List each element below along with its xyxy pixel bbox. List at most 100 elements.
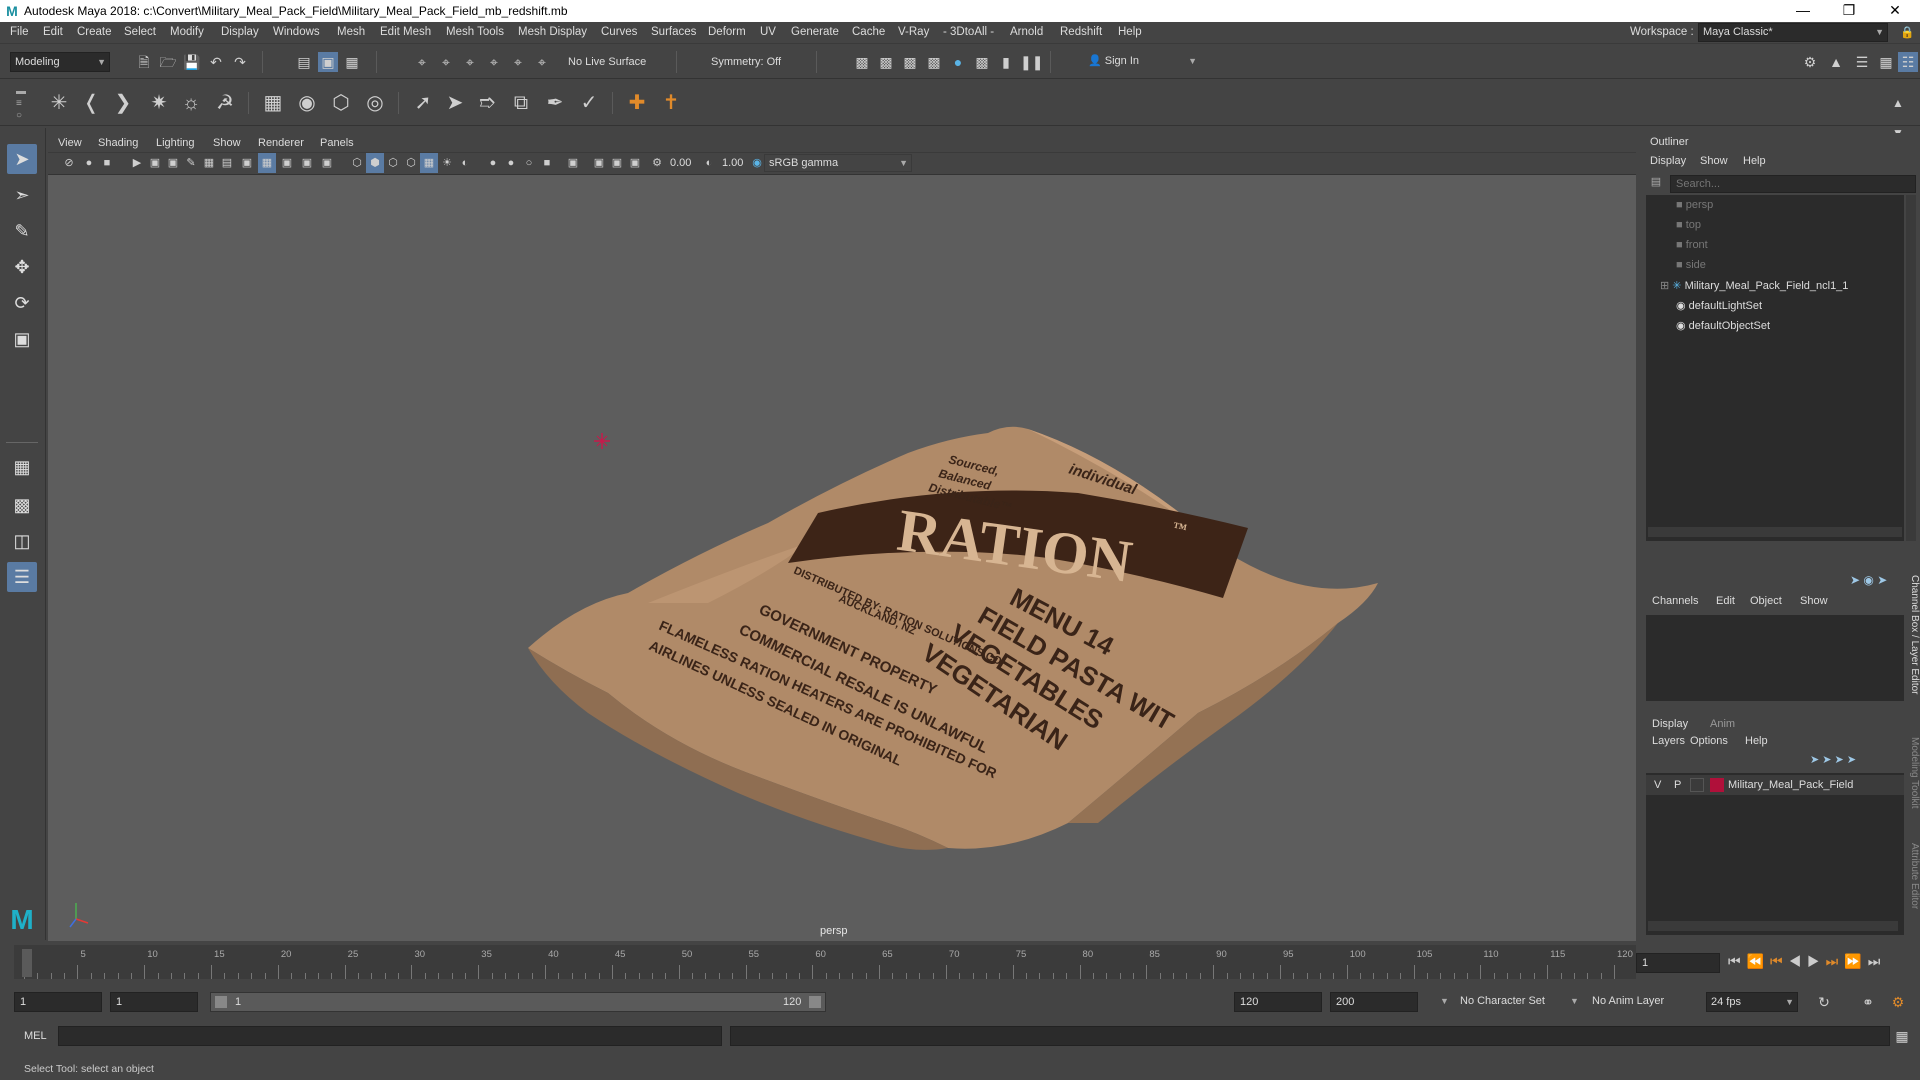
pause-icon[interactable]: ❚❚ bbox=[1020, 52, 1043, 72]
xray-icon[interactable]: ⬡ bbox=[402, 153, 420, 173]
textured-icon[interactable]: ▦ bbox=[420, 153, 438, 173]
menu-create[interactable]: Create bbox=[77, 26, 112, 38]
exposure-value[interactable]: 0.00 bbox=[670, 157, 691, 169]
pivot-icon[interactable]: ✝ bbox=[656, 88, 686, 118]
go-to-end-icon[interactable]: ⏭ bbox=[1868, 953, 1887, 969]
symmetry-label[interactable]: Symmetry: Off bbox=[711, 56, 781, 68]
constraint-point-icon[interactable]: ➚ bbox=[408, 88, 438, 118]
ik-handle-icon[interactable]: ❬ bbox=[76, 88, 106, 118]
constraint-pole-icon[interactable]: ✓ bbox=[574, 88, 604, 118]
image-plane-icon[interactable]: ▣ bbox=[146, 153, 164, 173]
menu-uv[interactable]: UV bbox=[760, 26, 776, 38]
script-language-label[interactable]: MEL bbox=[24, 1030, 47, 1042]
menu-modify[interactable]: Modify bbox=[170, 26, 204, 38]
camera-attributes-icon[interactable]: ■ bbox=[98, 153, 116, 173]
character-set-dropdown[interactable]: ▼ No Character Set bbox=[1440, 992, 1582, 1012]
lock-icon[interactable]: 🔒 bbox=[1900, 25, 1914, 39]
sign-in-button[interactable]: 👤 Sign In ▼ bbox=[1084, 52, 1200, 72]
backface-culling-icon[interactable]: ▣ bbox=[626, 153, 644, 173]
tab-anim[interactable]: Anim bbox=[1710, 718, 1735, 730]
safe-title-icon[interactable]: ▣ bbox=[318, 153, 336, 173]
paint-select-icon[interactable]: ✎ bbox=[7, 216, 37, 246]
go-to-start-icon[interactable]: ⏮ bbox=[1728, 953, 1747, 969]
ambient-occlusion-icon[interactable]: ● bbox=[484, 153, 502, 173]
vray-icon[interactable]: ▮ bbox=[996, 52, 1016, 72]
tab-attribute-editor[interactable]: Attribute Editor bbox=[1908, 843, 1920, 939]
select-component-icon[interactable]: ▦ bbox=[342, 52, 362, 72]
select-object-icon[interactable]: ▣ bbox=[318, 52, 338, 72]
viewport[interactable]: RATION ™ MENU 14 FIELD PASTA WIT VEGETAB… bbox=[48, 133, 1636, 941]
new-scene-icon[interactable]: 🗎 bbox=[134, 52, 154, 72]
scale-tool-icon[interactable]: ▣ bbox=[7, 324, 37, 354]
hud-icon[interactable]: ▣ bbox=[590, 153, 608, 173]
layer-tool-icons[interactable]: ➤ ➤ ➤ ➤ bbox=[1810, 753, 1906, 769]
menu-select[interactable]: Select bbox=[124, 26, 156, 38]
close-icon[interactable]: ✕ bbox=[1872, 0, 1918, 22]
redo-icon[interactable]: ↷ bbox=[230, 52, 250, 72]
playback-start-field[interactable] bbox=[110, 992, 198, 1012]
tool-settings-icon[interactable]: ▦ bbox=[1876, 52, 1896, 72]
color-space-dropdown[interactable]: sRGB gamma ▼ bbox=[764, 154, 912, 172]
rotate-tool-icon[interactable]: ⟳ bbox=[7, 288, 37, 318]
snap-edge-icon[interactable]: ⌖ bbox=[532, 52, 552, 72]
two-sided-lighting-icon[interactable]: ▣ bbox=[608, 153, 626, 173]
layer-playback-toggle[interactable]: P bbox=[1674, 779, 1681, 791]
locator-icon[interactable]: ✚ bbox=[622, 88, 652, 118]
fps-dropdown[interactable]: 24 fps ▼ bbox=[1706, 992, 1798, 1012]
anim-start-field[interactable] bbox=[14, 992, 102, 1012]
menu-mesh-tools[interactable]: Mesh Tools bbox=[446, 26, 504, 38]
maximize-icon[interactable]: ❐ bbox=[1826, 0, 1872, 22]
lattice-icon[interactable]: ▦ bbox=[258, 88, 288, 118]
gate-mask-icon[interactable]: ▦ bbox=[258, 153, 276, 173]
outliner-item-light-set[interactable]: ◉ defaultLightSet bbox=[1676, 299, 1762, 317]
modeling-toolkit-icon[interactable]: ⚙ bbox=[1800, 52, 1820, 72]
constraint-scale-icon[interactable]: ⧉ bbox=[506, 88, 536, 118]
vp-menu-panels[interactable]: Panels bbox=[320, 137, 354, 149]
grid-toggle-icon[interactable]: ▦ bbox=[200, 153, 218, 173]
channel-box-icon[interactable]: ☷ bbox=[1898, 52, 1918, 72]
outliner-menu-display[interactable]: Display bbox=[1650, 155, 1686, 167]
isolate-select-icon[interactable]: ▣ bbox=[564, 153, 582, 173]
outliner-item-side[interactable]: ■ side bbox=[1676, 259, 1706, 277]
select-tool-icon[interactable]: ➤ bbox=[7, 144, 37, 174]
depth-of-field-icon[interactable]: ■ bbox=[538, 153, 556, 173]
range-slider-start-handle[interactable] bbox=[215, 996, 227, 1008]
ipr-render-icon[interactable]: ▩ bbox=[900, 52, 920, 72]
wrap-icon[interactable]: ⬡ bbox=[326, 88, 356, 118]
snap-view-icon[interactable]: ⌖ bbox=[484, 52, 504, 72]
menu-surfaces[interactable]: Surfaces bbox=[651, 26, 696, 38]
open-scene-icon[interactable]: 🗁 bbox=[158, 52, 178, 72]
hypershade-icon[interactable]: ● bbox=[948, 52, 968, 72]
menu-deform[interactable]: Deform bbox=[708, 26, 746, 38]
ik-spline-icon[interactable]: ❯ bbox=[108, 88, 138, 118]
blendshape-icon[interactable]: ◎ bbox=[360, 88, 390, 118]
tab-modeling-toolkit[interactable]: Modeling Toolkit bbox=[1908, 737, 1920, 833]
menu-curves[interactable]: Curves bbox=[601, 26, 637, 38]
bind-skin-icon[interactable]: ✷ bbox=[144, 88, 174, 118]
tab-display[interactable]: Display bbox=[1652, 718, 1688, 730]
outliner-menu-help[interactable]: Help bbox=[1743, 155, 1766, 167]
grease-pencil-icon[interactable]: ✎ bbox=[182, 153, 200, 173]
bookmark-icon[interactable]: ▶ bbox=[128, 153, 146, 173]
create-joint-icon[interactable]: ✳ bbox=[44, 88, 74, 118]
constraint-aim-icon[interactable]: ➤ bbox=[440, 88, 470, 118]
resolution-gate-icon[interactable]: ▣ bbox=[238, 153, 256, 173]
layer-menu-options[interactable]: Options bbox=[1690, 735, 1728, 747]
menu-windows[interactable]: Windows bbox=[273, 26, 320, 38]
lasso-tool-icon[interactable]: ➣ bbox=[7, 180, 37, 210]
range-slider-end-handle[interactable] bbox=[809, 996, 821, 1008]
smooth-shade-icon[interactable]: ⬢ bbox=[366, 153, 384, 173]
layer-row[interactable]: V P Military_Meal_Pack_Field bbox=[1646, 775, 1904, 795]
vp-menu-view[interactable]: View bbox=[58, 137, 82, 149]
mode-dropdown[interactable]: Modeling ▼ bbox=[10, 52, 110, 72]
wireframe-on-shaded-icon[interactable]: ⬡ bbox=[384, 153, 402, 173]
live-surface-label[interactable]: No Live Surface bbox=[568, 56, 646, 68]
render-sequence-icon[interactable]: ▩ bbox=[876, 52, 896, 72]
snap-point-icon[interactable]: ⌖ bbox=[460, 52, 480, 72]
time-slider-track[interactable]: 1510152025303540455055606570758085909510… bbox=[14, 945, 1636, 979]
save-scene-icon[interactable]: 💾 bbox=[182, 52, 202, 72]
step-forward-key-icon[interactable]: ⏭ bbox=[1826, 953, 1845, 969]
menu-mesh[interactable]: Mesh bbox=[337, 26, 365, 38]
four-view-icon[interactable]: ▩ bbox=[7, 490, 37, 520]
auto-key-icon[interactable]: ⚭ bbox=[1858, 992, 1878, 1012]
